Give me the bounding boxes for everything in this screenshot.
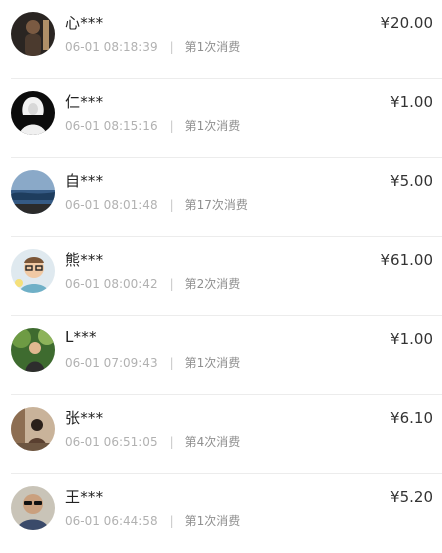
list-item[interactable]: 自*** 06-01 08:01:48 | 第17次消费 ¥5.00 (11, 158, 442, 237)
donation-time: 06-01 08:01:48 (65, 198, 158, 212)
donation-count: 第1次消费 (184, 119, 241, 133)
list-item[interactable]: 心*** 06-01 08:18:39 | 第1次消费 ¥20.00 (11, 0, 442, 79)
donation-time: 06-01 07:09:43 (65, 356, 158, 370)
donation-time: 06-01 08:00:42 (65, 277, 158, 291)
divider: | (169, 198, 174, 212)
donation-amount: ¥5.00 (390, 172, 433, 190)
donation-count: 第1次消费 (184, 40, 241, 54)
donation-meta: 06-01 06:51:05 | 第4次消费 (65, 433, 240, 450)
divider: | (169, 40, 174, 54)
donation-amount: ¥1.00 (390, 330, 433, 348)
donation-count: 第2次消费 (184, 277, 241, 291)
divider: | (169, 514, 174, 528)
donation-amount: ¥1.00 (390, 93, 433, 111)
list-item[interactable]: 张*** 06-01 06:51:05 | 第4次消费 ¥6.10 (11, 395, 442, 474)
list-item[interactable]: 熊*** 06-01 08:00:42 | 第2次消费 ¥61.00 (11, 237, 442, 316)
donor-name: 仁*** (65, 93, 104, 111)
list-item[interactable]: 仁*** 06-01 08:15:16 | 第1次消费 ¥1.00 (11, 79, 442, 158)
donation-count: 第4次消费 (184, 435, 241, 449)
donation-amount: ¥20.00 (380, 14, 434, 32)
avatar[interactable] (11, 12, 55, 56)
avatar[interactable] (11, 170, 55, 214)
list-item[interactable]: L*** 06-01 07:09:43 | 第1次消费 ¥1.00 (11, 316, 442, 395)
donation-amount: ¥5.20 (390, 488, 433, 506)
donation-meta: 06-01 06:44:58 | 第1次消费 (65, 512, 240, 529)
donation-list: 心*** 06-01 08:18:39 | 第1次消费 ¥20.00 仁*** 06… (0, 0, 442, 553)
donor-name: 自*** (65, 172, 104, 190)
donation-count: 第1次消费 (184, 356, 241, 370)
donation-time: 06-01 06:44:58 (65, 514, 158, 528)
donor-name: 张*** (65, 409, 104, 427)
divider: | (169, 119, 174, 133)
donation-count: 第17次消费 (184, 198, 248, 212)
donation-amount: ¥61.00 (380, 251, 434, 269)
donation-meta: 06-01 08:15:16 | 第1次消费 (65, 117, 240, 134)
donor-name: L*** (65, 328, 97, 346)
avatar[interactable] (11, 328, 55, 372)
divider: | (169, 277, 174, 291)
avatar[interactable] (11, 249, 55, 293)
avatar[interactable] (11, 91, 55, 135)
donation-meta: 06-01 08:01:48 | 第17次消费 (65, 196, 248, 213)
donation-amount: ¥6.10 (390, 409, 433, 427)
donation-time: 06-01 08:18:39 (65, 40, 158, 54)
donor-name: 王*** (65, 488, 104, 506)
donation-time: 06-01 06:51:05 (65, 435, 158, 449)
avatar[interactable] (11, 407, 55, 451)
donation-time: 06-01 08:15:16 (65, 119, 158, 133)
donation-meta: 06-01 07:09:43 | 第1次消费 (65, 354, 240, 371)
divider: | (169, 356, 174, 370)
list-item[interactable]: 王*** 06-01 06:44:58 | 第1次消费 ¥5.20 (11, 474, 442, 553)
avatar[interactable] (11, 486, 55, 530)
donation-meta: 06-01 08:00:42 | 第2次消费 (65, 275, 240, 292)
divider: | (169, 435, 174, 449)
donor-name: 心*** (65, 14, 104, 32)
donation-meta: 06-01 08:18:39 | 第1次消费 (65, 38, 240, 55)
donation-count: 第1次消费 (184, 514, 241, 528)
donor-name: 熊*** (65, 251, 104, 269)
